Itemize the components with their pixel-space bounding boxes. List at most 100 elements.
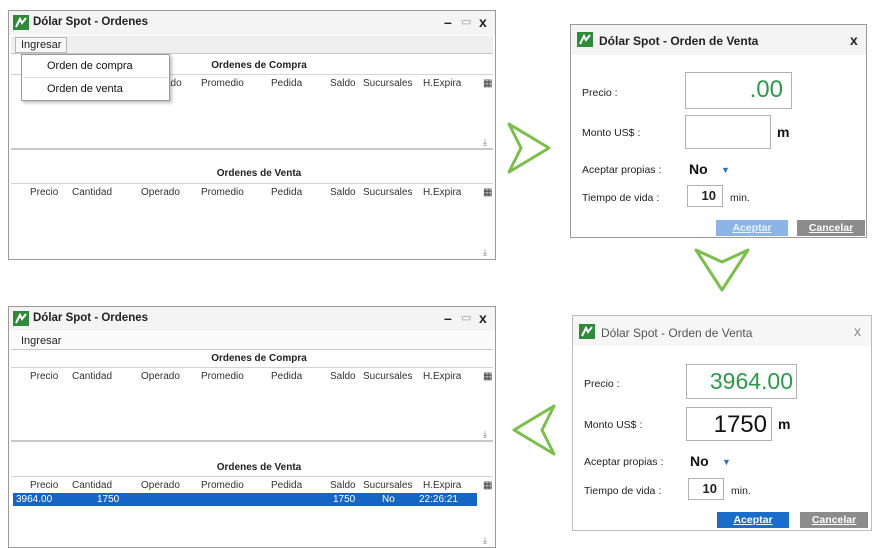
col-sucursales: Sucursales: [363, 187, 413, 198]
window-title: Dólar Spot - Ordenes: [33, 16, 149, 28]
col-precio: Precio: [30, 371, 59, 382]
minimize-icon[interactable]: –: [444, 310, 452, 326]
col-cantidad: Cantidad: [72, 371, 113, 382]
close-icon[interactable]: x: [854, 323, 861, 339]
col-saldo: Saldo: [330, 187, 356, 198]
dollar-spot-app-icon: [577, 32, 593, 47]
chevron-arrow-icon-left: [512, 404, 556, 456]
precio-label: Precio :: [584, 378, 620, 390]
ordenes-compra-title: Ordenes de Compra: [211, 353, 307, 364]
col-hexpira: H.Expira: [423, 78, 462, 89]
chevron-arrow-icon-down: [694, 248, 750, 292]
col-sucursales: Sucursales: [363, 480, 413, 491]
monto-label: Monto US$ :: [584, 419, 643, 431]
close-icon[interactable]: x: [479, 14, 487, 30]
download-icon[interactable]: ⤓: [483, 535, 487, 546]
tiempo-input[interactable]: 10: [688, 478, 724, 500]
precio-input[interactable]: .00: [685, 72, 792, 109]
col-sucursales: Sucursales: [363, 371, 413, 382]
col-precio: Precio: [30, 187, 59, 198]
close-icon[interactable]: x: [850, 32, 858, 48]
ordenes-compra-title: Ordenes de Compra: [211, 60, 307, 71]
col-hexpira: H.Expira: [423, 480, 462, 491]
monto-unit: m: [778, 416, 791, 432]
aceptar-propias-select[interactable]: No: [690, 453, 709, 469]
col-operado: Operado: [141, 187, 180, 198]
cell-sucursales: No: [382, 494, 395, 505]
aceptar-propias-select[interactable]: No: [689, 161, 708, 177]
table-row[interactable]: 3964.00 1750 1750 No 22:26:21: [13, 493, 477, 506]
maximize-icon[interactable]: ▭: [461, 310, 471, 326]
dollar-spot-app-icon: [579, 324, 595, 339]
panel-divider[interactable]: [11, 440, 493, 442]
chevron-down-icon[interactable]: ▼: [721, 165, 730, 175]
menu-separator: [24, 77, 167, 78]
orden-venta-dialog-empty: Dólar Spot - Orden de Venta x Precio : .…: [570, 24, 867, 238]
precio-value: .00: [749, 76, 783, 103]
column-chooser-icon[interactable]: ▦: [483, 371, 492, 382]
col-hexpira: H.Expira: [423, 187, 462, 198]
aceptar-button[interactable]: Aceptar: [717, 512, 789, 528]
title-bar: Dólar Spot - Orden de Venta x: [571, 25, 866, 55]
chevron-down-icon[interactable]: ▼: [722, 457, 731, 467]
col-saldo: Saldo: [330, 371, 356, 382]
dollar-spot-app-icon: [13, 311, 29, 326]
cancelar-button[interactable]: Cancelar: [797, 220, 865, 236]
menu-ingresar[interactable]: Ingresar: [15, 37, 68, 53]
tiempo-unit: min.: [730, 192, 750, 204]
precio-input[interactable]: 3964.00: [686, 364, 797, 399]
col-hexpira: H.Expira: [423, 371, 462, 382]
cell-cantidad: 1750: [97, 494, 120, 505]
cell-hexpira: 22:26:21: [419, 494, 458, 505]
monto-value: 1750: [713, 411, 767, 438]
dialog-title: Dólar Spot - Orden de Venta: [601, 326, 753, 340]
tiempo-label: Tiempo de vida :: [584, 485, 662, 497]
close-icon[interactable]: x: [479, 310, 487, 326]
divider: [11, 183, 493, 184]
col-promedio: Promedio: [201, 480, 244, 491]
title-bar: Dólar Spot - Orden de Venta x: [573, 316, 871, 346]
column-chooser-icon[interactable]: ▦: [483, 78, 492, 89]
dollar-spot-app-icon: [13, 15, 29, 30]
col-pedida: Pedida: [271, 480, 303, 491]
monto-unit: m: [777, 124, 790, 140]
menu-bar: Ingresar: [11, 332, 493, 350]
maximize-icon[interactable]: ▭: [461, 14, 471, 30]
precio-label: Precio :: [582, 87, 618, 99]
download-icon[interactable]: ⤓: [483, 429, 487, 440]
menu-item-orden-compra[interactable]: Orden de compra: [47, 60, 133, 72]
cancelar-button[interactable]: Cancelar: [800, 512, 868, 528]
ordenes-venta-title: Ordenes de Venta: [216, 462, 302, 473]
cell-saldo: 1750: [333, 494, 356, 505]
menu-item-orden-venta[interactable]: Orden de venta: [47, 83, 123, 95]
col-operado: Operado: [141, 480, 180, 491]
col-saldo: Saldo: [330, 480, 356, 491]
col-precio: Precio: [30, 480, 59, 491]
tiempo-unit: min.: [731, 485, 751, 497]
col-cantidad: Cantidad: [72, 480, 113, 491]
col-pedida: Pedida: [271, 78, 303, 89]
tiempo-input[interactable]: 10: [687, 185, 723, 207]
col-promedio: Promedio: [201, 187, 244, 198]
orders-window-top: Dólar Spot - Ordenes – ▭ x Ingresar Orde…: [8, 10, 496, 260]
orden-venta-dialog-filled: Dólar Spot - Orden de Venta x Precio : 3…: [572, 315, 872, 531]
aceptar-propias-label: Aceptar propias :: [582, 164, 662, 176]
monto-input[interactable]: 1750: [686, 407, 772, 441]
column-chooser-icon[interactable]: ▦: [483, 480, 492, 491]
column-chooser-icon[interactable]: ▦: [483, 187, 492, 198]
col-sucursales: Sucursales: [363, 78, 413, 89]
menu-ingresar[interactable]: Ingresar: [15, 333, 67, 349]
download-icon[interactable]: ⤓: [483, 137, 487, 148]
col-promedio: Promedio: [201, 371, 244, 382]
window-title: Dólar Spot - Ordenes: [33, 312, 149, 324]
panel-divider[interactable]: [11, 148, 493, 150]
ordenes-venta-title: Ordenes de Venta: [216, 168, 302, 179]
aceptar-button[interactable]: Aceptar: [716, 220, 788, 236]
download-icon[interactable]: ⤓: [483, 247, 487, 258]
col-saldo: Saldo: [330, 78, 356, 89]
monto-input[interactable]: [685, 115, 771, 149]
col-pedida: Pedida: [271, 371, 303, 382]
title-bar: Dólar Spot - Ordenes – ▭ x: [9, 307, 495, 331]
monto-label: Monto US$ :: [582, 127, 641, 139]
minimize-icon[interactable]: –: [444, 14, 452, 30]
